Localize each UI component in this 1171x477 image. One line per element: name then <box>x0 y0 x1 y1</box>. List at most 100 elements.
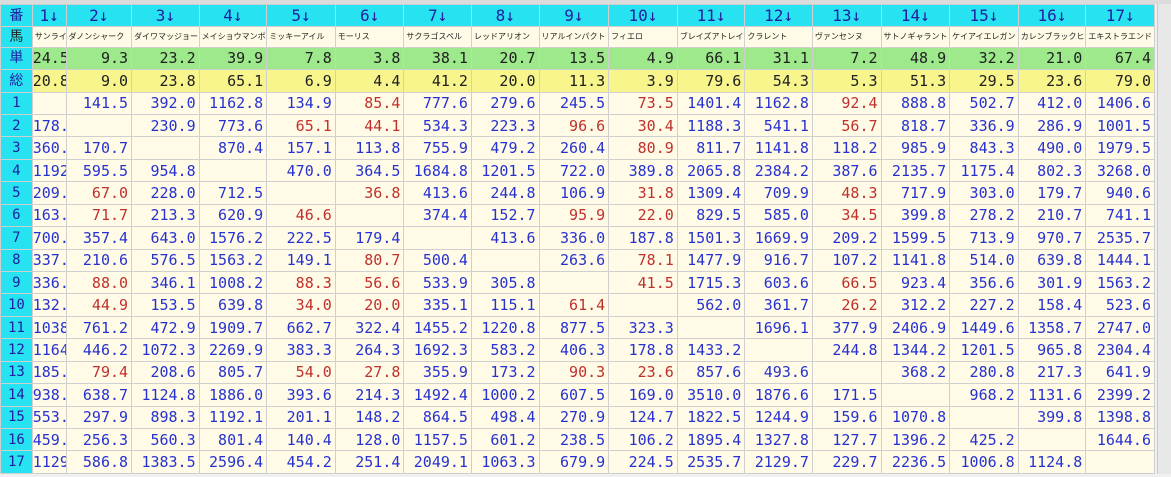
odds-cell[interactable] <box>1085 450 1155 474</box>
odds-cell[interactable]: 870.4 <box>198 136 268 160</box>
horse-number-cell[interactable]: 17↓ <box>1085 3 1155 28</box>
odds-cell[interactable]: 1383.5 <box>131 450 200 474</box>
odds-cell[interactable]: 2049.1 <box>403 450 472 474</box>
odds-cell[interactable]: 1162.8 <box>198 91 268 116</box>
total-cell[interactable]: 23.6 <box>1017 69 1087 93</box>
odds-cell[interactable]: 48.3 <box>811 181 882 205</box>
odds-cell[interactable]: 96.6 <box>538 114 610 138</box>
odds-cell[interactable]: 256.3 <box>65 427 133 452</box>
odds-cell[interactable]: 493.6 <box>744 360 813 385</box>
odds-cell[interactable]: 722.0 <box>538 158 610 183</box>
horse-number-cell[interactable]: 10↓ <box>608 3 678 28</box>
odds-cell[interactable]: 1201.5 <box>949 338 1019 362</box>
total-cell[interactable]: 65.1 <box>198 69 268 93</box>
odds-cell[interactable]: 717.9 <box>880 181 951 205</box>
odds-cell[interactable]: 773.6 <box>198 114 268 138</box>
horse-name-cell[interactable]: フィエロ <box>608 26 678 48</box>
vertical-scrollbar[interactable] <box>1157 4 1171 474</box>
odds-cell[interactable]: 620.9 <box>198 203 268 228</box>
odds-cell[interactable]: 270.9 <box>538 405 610 429</box>
odds-cell[interactable]: 818.7 <box>880 114 951 138</box>
odds-cell[interactable]: 44.9 <box>65 293 133 317</box>
odds-cell[interactable]: 34.0 <box>266 293 336 317</box>
odds-cell[interactable]: 179.7 <box>1017 181 1087 205</box>
odds-cell[interactable]: 585.0 <box>744 203 813 228</box>
horse-name-cell[interactable]: ブレイズアトレイ <box>676 26 746 48</box>
odds-cell[interactable]: 80.9 <box>608 136 678 160</box>
odds-cell[interactable]: 336.0 <box>538 226 610 250</box>
win-odds-cell[interactable]: 32.2 <box>949 46 1019 71</box>
odds-cell[interactable]: 20.0 <box>334 293 405 317</box>
odds-cell[interactable]: 244.8 <box>470 181 540 205</box>
odds-cell[interactable]: 1244.9 <box>744 405 813 429</box>
odds-cell[interactable]: 601.2 <box>470 427 540 452</box>
odds-cell[interactable]: 355.9 <box>403 360 472 385</box>
win-odds-cell[interactable]: 38.1 <box>403 46 472 71</box>
odds-cell[interactable]: 761.2 <box>65 315 133 340</box>
odds-cell[interactable]: 801.4 <box>198 427 268 452</box>
odds-cell[interactable]: 264.3 <box>334 338 405 362</box>
odds-cell[interactable]: 140.4 <box>266 427 336 452</box>
odds-cell[interactable]: 65.1 <box>266 114 336 138</box>
odds-cell[interactable]: 361.7 <box>744 293 813 317</box>
odds-cell[interactable]: 383.3 <box>266 338 336 362</box>
odds-cell[interactable]: 305.8 <box>470 270 540 295</box>
odds-cell[interactable]: 583.2 <box>470 338 540 362</box>
total-cell[interactable]: 20.0 <box>470 69 540 93</box>
total-cell[interactable]: 3.9 <box>608 69 678 93</box>
odds-cell[interactable]: 118.2 <box>811 136 882 160</box>
odds-cell[interactable] <box>266 181 336 205</box>
horse-name-cell[interactable]: ミッキーアイル <box>266 26 336 48</box>
horse-number-cell[interactable]: 16↓ <box>1017 3 1087 28</box>
odds-cell[interactable]: 500.4 <box>403 248 472 272</box>
odds-cell[interactable]: 1220.8 <box>470 315 540 340</box>
total-cell[interactable]: 4.4 <box>334 69 405 93</box>
win-odds-cell[interactable]: 66.1 <box>676 46 746 71</box>
odds-cell[interactable]: 208.6 <box>131 360 200 385</box>
odds-cell[interactable]: 1455.2 <box>403 315 472 340</box>
odds-cell[interactable]: 337.2 <box>31 248 67 272</box>
odds-cell[interactable]: 115.1 <box>470 293 540 317</box>
odds-cell[interactable]: 968.2 <box>949 383 1019 407</box>
odds-cell[interactable]: 1692.3 <box>403 338 472 362</box>
odds-cell[interactable]: 514.0 <box>949 248 1019 272</box>
total-cell[interactable]: 20.8 <box>31 69 67 93</box>
odds-cell[interactable]: 31.8 <box>608 181 678 205</box>
odds-cell[interactable]: 562.0 <box>676 293 746 317</box>
odds-cell[interactable]: 364.5 <box>334 158 405 183</box>
odds-cell[interactable]: 244.8 <box>811 338 882 362</box>
odds-cell[interactable]: 335.1 <box>403 293 472 317</box>
total-cell[interactable]: 79.0 <box>1085 69 1155 93</box>
horse-name-cell[interactable]: ダイワマッジョー <box>131 26 200 48</box>
odds-cell[interactable]: 1684.8 <box>403 158 472 183</box>
odds-cell[interactable]: 2129.7 <box>744 450 813 474</box>
odds-cell[interactable]: 163.8 <box>31 203 67 228</box>
odds-cell[interactable]: 278.2 <box>949 203 1019 228</box>
odds-cell[interactable]: 1822.5 <box>676 405 746 429</box>
odds-cell[interactable]: 263.6 <box>538 248 610 272</box>
odds-cell[interactable]: 412.0 <box>1017 91 1087 116</box>
odds-cell[interactable]: 149.1 <box>266 248 336 272</box>
odds-cell[interactable]: 1131.6 <box>1017 383 1087 407</box>
odds-cell[interactable]: 954.8 <box>131 158 200 183</box>
odds-cell[interactable]: 595.5 <box>65 158 133 183</box>
odds-cell[interactable]: 230.9 <box>131 114 200 138</box>
odds-cell[interactable]: 1669.9 <box>744 226 813 250</box>
odds-cell[interactable]: 541.1 <box>744 114 813 138</box>
horse-name-cell[interactable]: クラレント <box>744 26 813 48</box>
odds-cell[interactable]: 938.3 <box>31 383 67 407</box>
horse-name-cell[interactable]: サトノギャラント <box>880 26 951 48</box>
odds-cell[interactable]: 336.9 <box>949 114 1019 138</box>
odds-cell[interactable]: 700.7 <box>31 226 67 250</box>
odds-cell[interactable]: 170.7 <box>65 136 133 160</box>
odds-cell[interactable]: 534.3 <box>403 114 472 138</box>
horse-number-cell[interactable]: 2↓ <box>65 3 133 28</box>
odds-cell[interactable]: 1563.2 <box>1085 270 1155 295</box>
total-cell[interactable]: 9.0 <box>65 69 133 93</box>
odds-cell[interactable]: 1909.7 <box>198 315 268 340</box>
odds-cell[interactable] <box>198 158 268 183</box>
win-odds-cell[interactable]: 7.2 <box>811 46 882 71</box>
odds-cell[interactable]: 713.9 <box>949 226 1019 250</box>
odds-cell[interactable]: 157.1 <box>266 136 336 160</box>
odds-cell[interactable]: 78.1 <box>608 248 678 272</box>
